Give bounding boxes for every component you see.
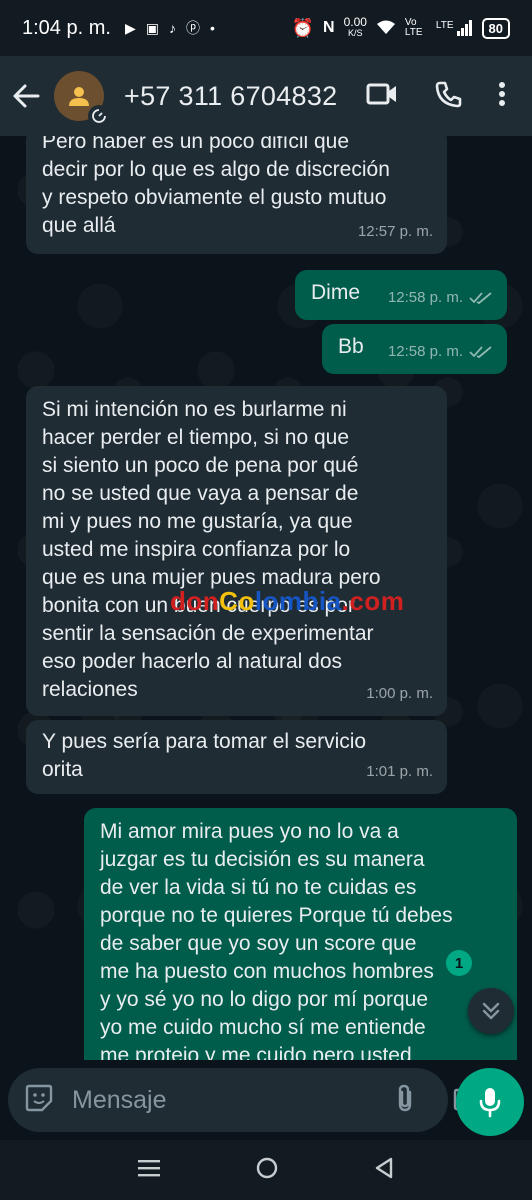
message-incoming[interactable]: Pero haber es un poco difícil que decir …	[26, 136, 447, 254]
status-time: 1:04 p. m.	[22, 16, 111, 39]
disappearing-timer-icon	[88, 105, 110, 127]
message-meta: 1:01 p. m.	[366, 758, 433, 786]
unread-count-badge: 1	[446, 950, 472, 976]
message-input[interactable]	[72, 1085, 394, 1115]
attach-button[interactable]	[394, 1083, 416, 1118]
sticker-icon	[25, 1084, 53, 1111]
contact-name[interactable]: +57 311 6704832	[124, 81, 337, 112]
message-text: Mi amor mira pues yo no lo va a juzgar e…	[100, 820, 453, 1060]
read-ticks-icon	[469, 292, 492, 305]
paperclip-icon	[398, 1084, 412, 1111]
signal-icon: LTE	[436, 20, 473, 36]
system-nav-bar	[0, 1140, 532, 1200]
alarm-icon: ⏰	[291, 17, 314, 38]
app-icon: ▣	[145, 19, 159, 36]
play-icon: ▶	[124, 19, 136, 36]
recent-apps-button[interactable]	[138, 1159, 160, 1182]
message-meta: 12:58 p. m.	[388, 338, 493, 366]
arrow-left-icon	[13, 84, 40, 108]
read-ticks-icon	[469, 346, 492, 359]
message-time: 12:58 p. m.	[387, 343, 463, 360]
dot-icon: •	[209, 20, 215, 36]
scroll-to-bottom-button[interactable]	[468, 988, 514, 1034]
message-outgoing[interactable]: Dime 12:58 p. m.	[295, 270, 507, 320]
message-incoming[interactable]: Y pues sería para tomar el servicio orit…	[26, 720, 447, 794]
video-camera-icon	[366, 83, 396, 104]
voice-record-button[interactable]	[456, 1068, 524, 1136]
network-speed: 0.00 K/S	[343, 15, 367, 38]
circle-icon	[256, 1157, 278, 1178]
message-outgoing[interactable]: Bb 12:58 p. m.	[322, 324, 507, 374]
nfc-icon: N	[323, 19, 335, 36]
chat-header: +57 311 6704832	[0, 56, 532, 136]
home-button[interactable]	[256, 1157, 278, 1184]
message-list[interactable]: Pero haber es un poco difícil que decir …	[0, 136, 532, 1060]
phone-icon	[435, 81, 462, 107]
message-time: 12:57 p. m.	[357, 223, 433, 240]
status-bar: 1:04 p. m. ▶ ▣ ♪ ⓟ • ⏰ N 0.00 K/S Vo LTE…	[0, 0, 532, 56]
volte-label: Vo LTE	[404, 17, 423, 38]
message-text: Si mi intención no es burlarme ni hacer …	[42, 398, 381, 701]
battery-indicator: 80	[481, 17, 510, 39]
video-call-button[interactable]	[366, 82, 398, 111]
notification-icons: ▶ ▣ ♪ ⓟ •	[125, 18, 215, 38]
message-time: 1:01 p. m.	[366, 763, 433, 780]
microphone-icon	[479, 1088, 501, 1118]
voice-call-button[interactable]	[434, 80, 462, 113]
message-meta: 12:57 p. m.	[358, 218, 433, 246]
message-incoming[interactable]: Si mi intención no es burlarme ni hacer …	[26, 386, 447, 716]
header-actions	[366, 80, 520, 113]
person-icon	[69, 87, 89, 106]
message-meta: 12:58 p. m.	[388, 284, 493, 312]
double-chevron-down-icon	[482, 1002, 500, 1020]
tiktok-icon: ♪	[168, 20, 176, 36]
system-icons: ⏰ N 0.00 K/S Vo LTE LTE 80	[291, 15, 510, 39]
emoji-button[interactable]	[24, 1083, 54, 1118]
menu-lines-icon	[138, 1159, 160, 1176]
triangle-back-icon	[375, 1157, 393, 1178]
message-outgoing[interactable]: Mi amor mira pues yo no lo va a juzgar e…	[84, 808, 517, 1060]
message-time: 12:58 p. m.	[387, 289, 463, 306]
back-button[interactable]	[12, 82, 40, 110]
wifi-icon	[376, 19, 396, 38]
more-options-button[interactable]	[498, 81, 506, 112]
message-time: 1:00 p. m.	[366, 685, 433, 702]
back-nav-button[interactable]	[374, 1157, 394, 1184]
message-meta: 1:00 p. m.	[366, 680, 433, 708]
message-input-container	[8, 1068, 483, 1132]
composer	[0, 1060, 532, 1140]
more-vertical-icon	[499, 81, 505, 106]
avatar[interactable]	[54, 71, 110, 127]
pinterest-icon: ⓟ	[185, 20, 200, 36]
